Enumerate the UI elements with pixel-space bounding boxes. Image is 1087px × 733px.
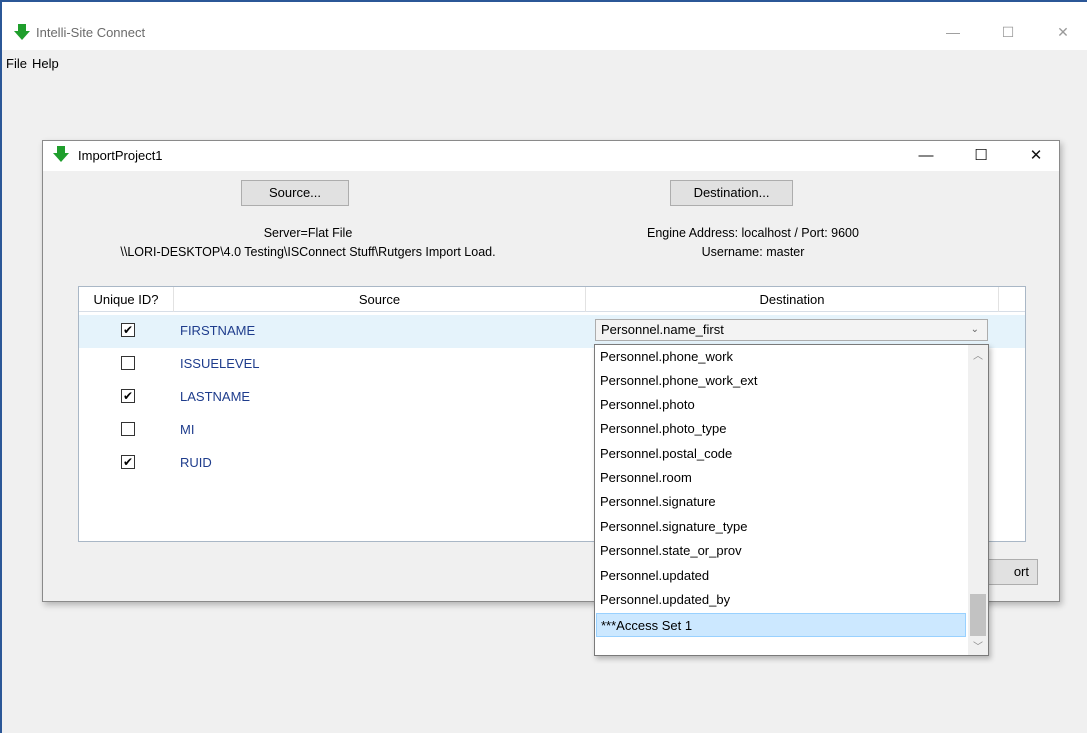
destination-username-text: Username: master [701, 245, 805, 259]
unique-id-checkbox[interactable]: ✔ [121, 323, 135, 337]
grid-header: Unique ID? Source Destination [79, 287, 1025, 312]
dialog-minimize-button[interactable]: — [903, 141, 949, 171]
menu-file[interactable]: File [6, 56, 27, 71]
column-header-source[interactable]: Source [174, 287, 586, 312]
source-field: ISSUELEVEL [180, 356, 260, 371]
destination-combobox[interactable]: Personnel.name_first ⌄ [595, 319, 988, 341]
source-path-text: \\LORI-DESKTOP\4.0 Testing\ISConnect Stu… [120, 245, 496, 259]
dropdown-item[interactable]: Personnel.updated [596, 564, 966, 588]
column-header-destination[interactable]: Destination [586, 287, 999, 312]
destination-info: Engine Address: localhost / Port: 9600 U… [553, 224, 953, 262]
dropdown-scrollbar[interactable]: ︿ ﹀ [968, 345, 988, 655]
dropdown-item[interactable]: Personnel.updated_by [596, 588, 966, 612]
destination-engine-text: Engine Address: localhost / Port: 9600 [647, 226, 859, 240]
dropdown-item[interactable]: Personnel.signature [596, 490, 966, 514]
dialog-titlebar: ImportProject1 — ☐ ✕ [43, 141, 1059, 171]
close-button[interactable]: ✕ [1040, 16, 1086, 48]
destination-combobox-value: Personnel.name_first [601, 322, 724, 337]
menubar: File Help [2, 50, 1087, 78]
chevron-down-icon[interactable]: ⌄ [971, 320, 979, 340]
dropdown-item[interactable]: Personnel.phone_work_ext [596, 369, 966, 393]
unique-id-checkbox[interactable]: ✔ [121, 389, 135, 403]
source-field: MI [180, 422, 195, 437]
source-server-text: Server=Flat File [263, 226, 353, 240]
menu-help[interactable]: Help [32, 56, 59, 71]
unique-id-checkbox[interactable] [121, 422, 135, 436]
source-info: Server=Flat File \\LORI-DESKTOP\4.0 Test… [58, 224, 558, 262]
minimize-button[interactable]: — [930, 16, 976, 48]
destination-button[interactable]: Destination... [670, 180, 793, 206]
main-titlebar: Intelli-Site Connect — ☐ ✕ [2, 2, 1087, 50]
dialog-download-arrow-icon [53, 146, 69, 165]
dropdown-item[interactable]: Personnel.phone_work [596, 345, 966, 369]
dropdown-item[interactable]: Personnel.signature_type [596, 515, 966, 539]
app-title: Intelli-Site Connect [36, 25, 146, 40]
dialog-maximize-button[interactable]: ☐ [958, 141, 1004, 171]
dropdown-item[interactable]: Personnel.photo_type [596, 417, 966, 441]
dropdown-item[interactable]: Personnel.photo [596, 393, 966, 417]
scroll-down-icon[interactable]: ﹀ [968, 638, 988, 653]
unique-id-checkbox[interactable] [121, 356, 135, 370]
source-field: FIRSTNAME [180, 323, 256, 338]
dropdown-item[interactable]: Personnel.room [596, 466, 966, 490]
dropdown-item[interactable]: Personnel.postal_code [596, 442, 966, 466]
dialog-title: ImportProject1 [78, 148, 163, 163]
dropdown-item-selected[interactable]: ***Access Set 1 [596, 613, 966, 637]
app-download-arrow-icon [14, 24, 30, 43]
scrollbar-thumb[interactable] [970, 594, 986, 636]
unique-id-checkbox[interactable]: ✔ [121, 455, 135, 469]
maximize-button[interactable]: ☐ [985, 16, 1031, 48]
source-field: LASTNAME [180, 389, 251, 404]
source-field: RUID [180, 455, 212, 470]
column-header-unique-id[interactable]: Unique ID? [79, 287, 174, 312]
source-button[interactable]: Source... [241, 180, 349, 206]
dropdown-item[interactable]: Personnel.state_or_prov [596, 539, 966, 563]
scroll-up-icon[interactable]: ︿ [968, 347, 988, 362]
destination-dropdown-list: Personnel.phone_work Personnel.phone_wor… [594, 344, 989, 656]
dialog-close-button[interactable]: ✕ [1013, 141, 1059, 171]
